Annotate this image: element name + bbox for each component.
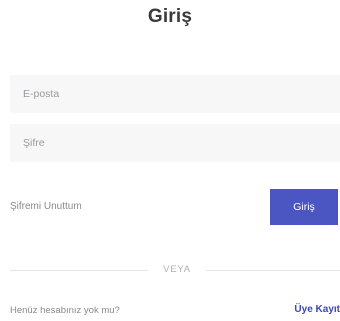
password-field[interactable] [10, 124, 340, 162]
divider-line-left [10, 270, 148, 271]
signup-prompt: Henüz hesabınız yok mu? [10, 305, 120, 316]
divider-label: VEYA [163, 264, 191, 275]
login-button[interactable]: Giriş [270, 189, 338, 225]
forgot-password-link[interactable]: Şifremi Unuttum [10, 201, 82, 212]
email-field[interactable] [10, 75, 340, 113]
divider-line-right [206, 270, 340, 271]
page-title: Giriş [147, 6, 193, 27]
signup-link[interactable]: Üye Kayıt [294, 304, 340, 315]
